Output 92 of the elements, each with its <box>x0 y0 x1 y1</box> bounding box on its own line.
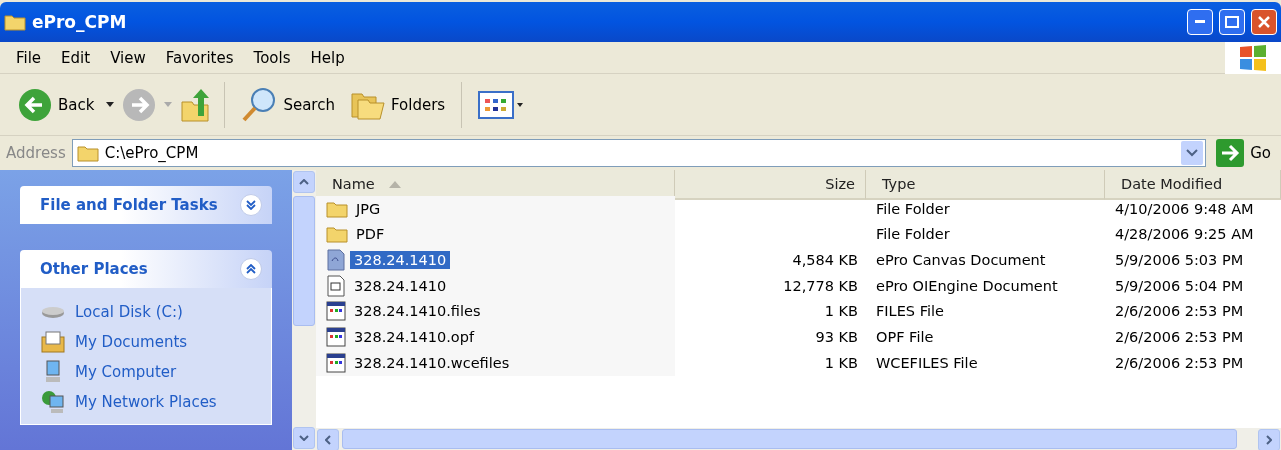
column-header[interactable]: Date Modified <box>1105 170 1281 200</box>
panel-title: File and Folder Tasks <box>40 196 218 214</box>
application-file-icon <box>326 300 346 323</box>
name-cell[interactable]: 328.24.1410.opf <box>316 324 675 350</box>
documents-folder-icon <box>41 331 65 353</box>
place-link[interactable]: Local Disk (C:) <box>41 300 251 324</box>
address-label: Address <box>6 144 66 162</box>
panel-header[interactable]: Other Places <box>20 250 272 288</box>
hard-drive-icon <box>41 305 65 319</box>
application-file-icon <box>326 351 346 374</box>
minimize-button[interactable] <box>1187 9 1213 35</box>
date-cell-text: 5/9/2006 5:04 PM <box>1114 276 1245 296</box>
type-cell-text: ePro Canvas Document <box>875 250 1047 270</box>
date-cell-text: 4/28/2006 9:25 AM <box>1114 225 1255 245</box>
panel-title: Other Places <box>40 260 148 278</box>
menu-item[interactable]: File <box>6 48 52 67</box>
scroll-left-button[interactable] <box>317 429 339 450</box>
scroll-down-button[interactable] <box>293 427 315 449</box>
scroll-thumb[interactable] <box>293 196 315 326</box>
maximize-button[interactable] <box>1219 9 1245 35</box>
double-chevron-down-icon <box>246 200 256 210</box>
scroll-up-button[interactable] <box>293 171 315 193</box>
type-cell-text: ePro OIEngine Document <box>875 276 1059 296</box>
column-header[interactable]: Type <box>866 170 1105 200</box>
minimize-icon <box>1195 20 1205 24</box>
name-cell[interactable]: 328.24.1410 <box>316 247 675 273</box>
size-cell-text: 12,778 KB <box>782 276 859 296</box>
name-cell[interactable]: 328.24.1410 <box>316 272 675 299</box>
file-name: PDF <box>355 225 386 244</box>
menu-item[interactable]: Tools <box>243 48 301 67</box>
menu-item[interactable]: View <box>100 48 156 67</box>
place-link[interactable]: My Computer <box>41 360 251 384</box>
size-cell-text: 1 KB <box>823 353 859 373</box>
menu-item[interactable]: Edit <box>51 48 101 67</box>
type-cell-text: File Folder <box>875 199 951 219</box>
window-title: ePro_CPM <box>32 12 128 32</box>
file-name: 328.24.1410 <box>350 250 451 269</box>
collapse-button[interactable] <box>240 258 262 280</box>
document-icon <box>326 274 346 297</box>
name-cell[interactable]: 328.24.1410.wcefiles <box>316 349 675 376</box>
application-file-icon <box>326 325 346 348</box>
scroll-thumb[interactable] <box>342 429 1237 449</box>
file-name: 328.24.1410.opf <box>353 327 476 346</box>
size-cell-text: 93 KB <box>814 327 859 347</box>
close-button[interactable] <box>1251 9 1277 35</box>
file-name: 328.24.1410.files <box>353 302 482 321</box>
size-cell-text: 4,584 KB <box>791 250 859 270</box>
dropdown-icon[interactable] <box>1181 141 1204 165</box>
back-button[interactable]: Back <box>14 85 99 124</box>
size-cell-text: 1 KB <box>823 302 859 322</box>
network-computer-icon <box>41 390 65 414</box>
name-cell[interactable]: JPG <box>316 195 675 222</box>
menu-item[interactable]: Help <box>300 48 355 67</box>
search-icon <box>241 86 278 123</box>
windows-logo-icon <box>1238 43 1268 72</box>
type-cell-text: File Folder <box>875 225 951 245</box>
expand-button[interactable] <box>240 194 262 216</box>
file-name: 328.24.1410 <box>353 276 448 295</box>
file-name: 328.24.1410.wcefiles <box>353 353 511 372</box>
folders-button[interactable]: Folders <box>346 87 450 122</box>
date-cell-text: 4/10/2006 9:48 AM <box>1114 199 1255 219</box>
name-cell[interactable]: PDF <box>316 221 675 248</box>
file-name: JPG <box>354 199 382 218</box>
panel-header[interactable]: File and Folder Tasks <box>20 186 272 224</box>
date-cell-text: 2/6/2006 2:53 PM <box>1114 353 1245 373</box>
views-icon <box>478 90 525 119</box>
folder-icon <box>4 13 26 31</box>
folder-icon <box>76 144 99 162</box>
type-cell-text: FILES File <box>875 302 945 322</box>
name-cell[interactable]: 328.24.1410.files <box>316 298 675 325</box>
maximize-icon <box>1225 16 1239 28</box>
double-chevron-up-icon <box>246 264 256 274</box>
date-cell-text: 2/6/2006 2:53 PM <box>1114 302 1245 322</box>
column-header[interactable]: Size <box>675 170 866 200</box>
place-link[interactable]: My Documents <box>41 330 251 354</box>
type-cell-text: WCEFILES File <box>875 353 979 373</box>
go-button[interactable]: Go <box>1212 137 1275 169</box>
place-link[interactable]: My Network Places <box>41 390 251 414</box>
document-icon <box>326 248 346 271</box>
horizontal-scrollbar[interactable] <box>316 428 1281 450</box>
close-icon <box>1257 15 1271 29</box>
type-cell-text: OPF File <box>875 327 935 347</box>
menu-item[interactable]: Favorites <box>155 48 244 67</box>
address-field[interactable]: C:\ePro_CPM <box>71 139 1207 167</box>
search-button[interactable]: Search <box>237 84 339 125</box>
vertical-scrollbar[interactable] <box>292 170 316 450</box>
date-cell-text: 5/9/2006 5:03 PM <box>1114 250 1245 270</box>
date-cell-text: 2/6/2006 2:53 PM <box>1114 327 1245 347</box>
caret-icon[interactable] <box>106 102 115 107</box>
folder-icon <box>326 225 348 244</box>
scroll-right-button[interactable] <box>1258 429 1280 450</box>
forward-button-icon[interactable] <box>122 87 157 122</box>
